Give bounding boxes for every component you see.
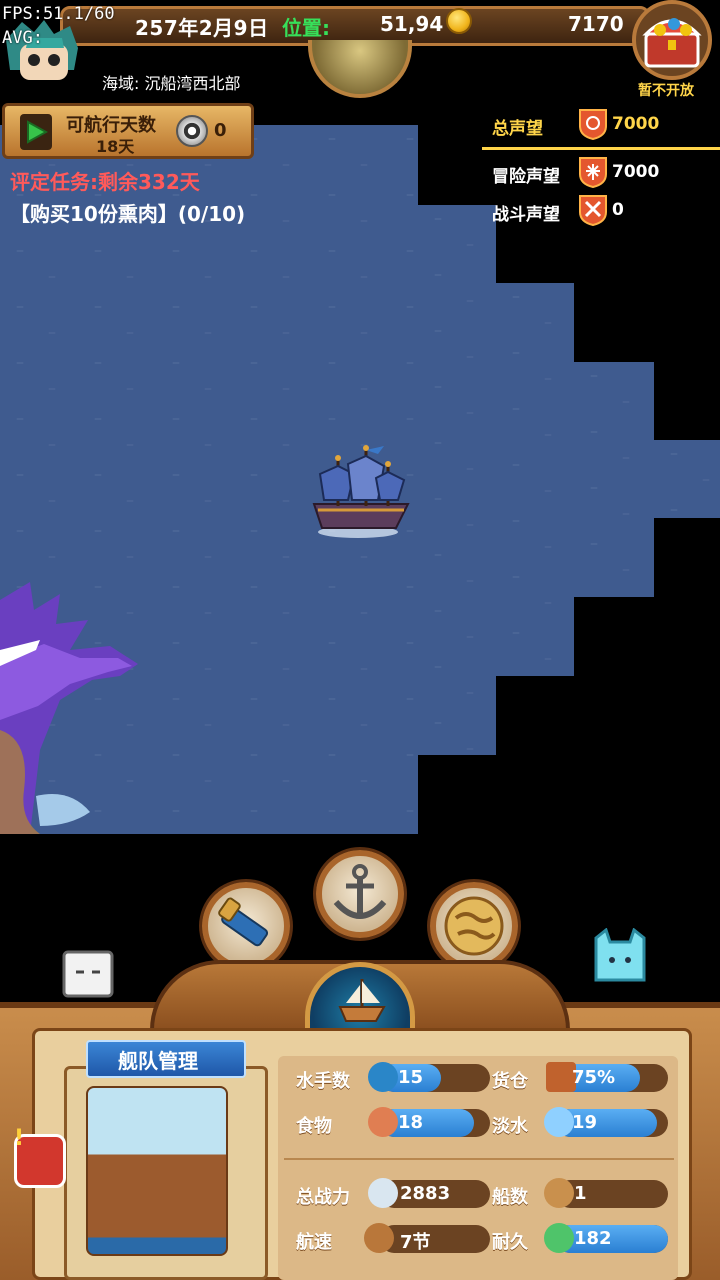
shield-icon — [579, 157, 607, 188]
boat-speed-icon — [364, 1223, 394, 1253]
fleet-title: 舰队管理 — [118, 1049, 198, 1073]
coin-icon — [446, 8, 472, 34]
position-value: 51,94 — [380, 12, 444, 36]
shield-icon — [579, 109, 607, 140]
world-map-button[interactable] — [430, 882, 518, 970]
sailors-label: 水手数 — [296, 1071, 350, 1092]
durability-value: 182 — [574, 1228, 612, 1249]
alert-icon: ! — [14, 1126, 25, 1151]
power-label: 总战力 — [296, 1187, 350, 1208]
token-icon — [176, 115, 208, 147]
sail-icon — [544, 1178, 574, 1208]
ship-portrait[interactable] — [86, 1086, 228, 1256]
speed-value: 7节 — [400, 1232, 431, 1253]
position-label: 位置: — [282, 16, 330, 40]
gold-amount: 7170 — [568, 12, 624, 36]
total-reputation-label: 总声望 — [492, 119, 543, 139]
reputation-divider — [482, 147, 720, 150]
meat-icon — [368, 1107, 398, 1137]
chest-status-label: 暂不开放 — [638, 83, 694, 99]
food-label: 食物 — [296, 1116, 332, 1137]
shield-icon — [579, 195, 607, 226]
durability-label: 耐久 — [492, 1232, 528, 1253]
hull-repair-icon — [544, 1223, 574, 1253]
evaluation-task-item[interactable]: 【购买10份熏肉】(0/10) — [10, 198, 245, 227]
sail-button[interactable] — [20, 114, 52, 150]
power-value: 2883 — [400, 1183, 451, 1204]
spyglass-button[interactable] — [202, 882, 290, 970]
ships-value: 1 — [574, 1183, 587, 1204]
fps-counter: FPS:51.1/60 — [2, 4, 115, 24]
ship-icon — [338, 979, 386, 1022]
stats-divider — [284, 1158, 674, 1160]
sea-serpent-monster[interactable] — [0, 580, 150, 834]
speed-label: 航速 — [296, 1232, 332, 1253]
skull-swords-icon — [368, 1178, 398, 1208]
cargo-value: 75% — [572, 1067, 616, 1088]
sailors-value: 15 — [398, 1067, 424, 1088]
total-reputation-value: 7000 — [612, 114, 660, 134]
ships-label: 船数 — [492, 1187, 528, 1208]
water-label: 淡水 — [492, 1116, 528, 1137]
speed-bar — [380, 1225, 490, 1253]
sea-region-label: 海域: 沉船湾西北部 — [102, 74, 241, 93]
play-icon — [27, 120, 48, 144]
evaluation-task-title: 评定任务:剩余332天 — [10, 170, 200, 194]
map-icon — [444, 896, 504, 956]
avg-counter: AVG: — [2, 28, 43, 48]
game-date: 257年2月9日 — [135, 16, 269, 40]
treasure-chest-icon[interactable] — [630, 0, 714, 80]
anchor-icon — [333, 864, 387, 919]
voyage-days-value: 18天 — [96, 137, 135, 156]
player-ship[interactable] — [308, 444, 414, 540]
adventure-reputation-value: 7000 — [612, 162, 660, 182]
food-value: 18 — [398, 1112, 424, 1133]
adventure-reputation-label: 冒险声望 — [492, 167, 560, 187]
sailor-icon — [368, 1062, 398, 1092]
battle-reputation-label: 战斗声望 — [492, 205, 560, 225]
anchor-button[interactable] — [316, 850, 404, 938]
token-count: 0 — [214, 120, 227, 141]
battle-reputation-value: 0 — [612, 200, 624, 220]
cat-companion-right[interactable] — [588, 928, 652, 988]
ship-medal-button[interactable] — [305, 962, 415, 1032]
water-value: 19 — [572, 1112, 598, 1133]
water-jug-icon — [544, 1107, 574, 1137]
cargo-label: 货仓 — [492, 1071, 528, 1092]
ghost-companion-left[interactable] — [58, 946, 118, 1002]
spyglass-icon — [218, 897, 269, 947]
